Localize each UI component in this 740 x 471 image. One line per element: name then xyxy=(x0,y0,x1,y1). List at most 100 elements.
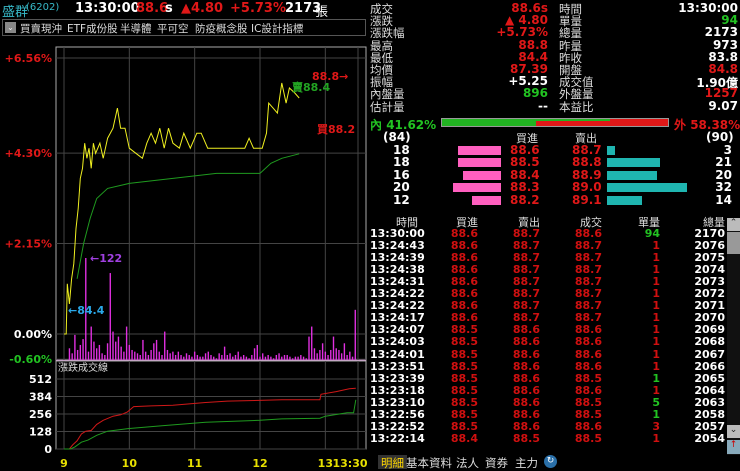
bid-qty: 12 xyxy=(393,192,410,207)
tick-ask: 88.5 xyxy=(512,431,540,445)
tick-bid: 88.5 xyxy=(450,323,478,337)
volume-y-tick: 512 xyxy=(29,373,52,386)
quote-label: 估計量 xyxy=(370,99,405,114)
tick-total: 2074 xyxy=(694,263,725,277)
cum-inner-line xyxy=(64,399,357,450)
tick-price: 88.7 xyxy=(574,251,602,265)
volume-y-tick: 0 xyxy=(44,443,52,456)
tick-time: 13:23:10 xyxy=(370,395,425,409)
price-flag: s xyxy=(165,1,173,16)
volume-panel-label: 漲跌成交線 xyxy=(58,361,108,374)
tick-time: 13:24:22 xyxy=(370,287,425,301)
inner-bar-prev xyxy=(442,119,610,121)
tick-qty: 1 xyxy=(652,431,660,445)
tick-price: 88.7 xyxy=(574,299,602,313)
tick-qty: 1 xyxy=(652,251,660,265)
scroll-down-icon[interactable]: ⌄ xyxy=(727,425,740,438)
tick-price: 88.7 xyxy=(574,263,602,277)
tick-time: 13:24:31 xyxy=(370,275,425,289)
tick-qty: 94 xyxy=(644,227,660,240)
group-item[interactable]: ETF成份股 xyxy=(67,21,118,36)
tick-total: 2073 xyxy=(694,275,725,289)
refresh-icon[interactable]: ↻ xyxy=(544,455,557,468)
tick-ask: 88.7 xyxy=(512,311,540,325)
tick-time: 13:24:01 xyxy=(370,347,425,361)
tick-price: 88.6 xyxy=(574,419,602,433)
bid-price[interactable]: 88.2 xyxy=(510,193,540,207)
group-item[interactable]: 平可空 xyxy=(157,21,189,36)
stock-header: 盛群 (6202) 13:30:00 88.6 s ▲4.80 +5.73% 2… xyxy=(0,0,368,20)
tab-basic-info[interactable]: 基本資料 xyxy=(406,455,452,470)
tick-qty: 1 xyxy=(652,263,660,277)
tick-qty: 1 xyxy=(652,287,660,301)
scroll-thumb[interactable] xyxy=(727,232,740,254)
price-change-pct: +5.73% xyxy=(230,1,286,16)
pin-icon[interactable]: ↑ xyxy=(727,440,740,454)
tick-total: 2066 xyxy=(694,359,725,373)
scroll-up-icon[interactable]: ⌃ xyxy=(727,218,740,231)
annotation-sell: 賣88.4 xyxy=(291,80,330,94)
ask-qty-bar xyxy=(607,170,657,180)
tick-bid: 88.5 xyxy=(450,371,478,385)
bid-qty-bar xyxy=(457,146,501,155)
tick-bid: 88.5 xyxy=(450,395,478,409)
tick-time: 13:23:18 xyxy=(370,383,425,397)
tick-time: 13:22:14 xyxy=(370,431,425,445)
tick-ask: 88.6 xyxy=(512,395,540,409)
tick-price: 88.7 xyxy=(574,239,602,253)
tab-institutional[interactable]: 法人 xyxy=(456,455,479,470)
price-change: ▲4.80 xyxy=(181,1,224,16)
ask-price[interactable]: 89.1 xyxy=(572,193,602,207)
y-tick-label: +4.30% xyxy=(5,147,52,160)
price-line xyxy=(64,82,300,335)
tick-price: 88.5 xyxy=(574,407,602,421)
bid-total: (84) xyxy=(383,130,411,144)
tick-time: 13:22:52 xyxy=(370,419,425,433)
tick-time: 13:24:07 xyxy=(370,323,425,337)
tick-qty: 1 xyxy=(652,299,660,313)
tab-margin[interactable]: 資券 xyxy=(485,455,508,470)
tick-scrollbar[interactable]: ⌃ ⌄ ↑ xyxy=(727,218,740,455)
tick-qty: 1 xyxy=(652,347,660,361)
tick-qty: 1 xyxy=(652,371,660,385)
stock-code: (6202) xyxy=(26,2,60,13)
x-tick-label: 10 xyxy=(122,457,138,469)
outer-label: 外 xyxy=(674,118,687,132)
tick-time: 13:24:22 xyxy=(370,299,425,313)
tick-time: 13:24:39 xyxy=(370,251,425,265)
tick-qty: 1 xyxy=(652,383,660,397)
tick-total: 2071 xyxy=(694,299,725,313)
tick-ask: 88.7 xyxy=(512,263,540,277)
tick-total: 2067 xyxy=(694,347,725,361)
tick-ask: 88.7 xyxy=(512,227,540,240)
group-item[interactable]: 防疫概念股 xyxy=(195,21,248,36)
tick-total: 2072 xyxy=(694,287,725,301)
ask-total: (90) xyxy=(706,130,734,144)
tick-price: 88.7 xyxy=(574,311,602,325)
tick-bid: 88.6 xyxy=(450,311,478,325)
inner-label: 內 xyxy=(370,118,383,132)
x-tick-label: 13 xyxy=(318,457,333,469)
tab-main-force[interactable]: 主力 xyxy=(515,455,538,470)
stock-name[interactable]: 盛群 xyxy=(2,1,28,20)
tab-detail[interactable]: 明細 xyxy=(378,455,407,470)
x-tick-label: 11 xyxy=(187,457,202,469)
tick-bid: 88.6 xyxy=(450,227,478,240)
tick-bid: 88.5 xyxy=(450,419,478,433)
dropdown-icon[interactable]: ⌄ xyxy=(5,22,16,33)
volume-y-tick: 256 xyxy=(29,408,52,421)
intraday-chart[interactable]: 9 10 11 12 13 13:30 +6.56% +4.30% +2.15% 0.00% -0.… xyxy=(0,38,368,469)
tick-price: 88.5 xyxy=(574,371,602,385)
group-item[interactable]: IC設計指標 xyxy=(251,21,303,36)
volume-panel-frame xyxy=(55,360,367,450)
tick-price: 88.5 xyxy=(574,395,602,409)
tick-time: 13:24:03 xyxy=(370,335,425,349)
y-tick-label: +2.15% xyxy=(5,238,52,251)
tick-qty: 5 xyxy=(652,395,660,409)
group-item[interactable]: 半導體 xyxy=(120,21,152,36)
tick-time: 13:24:17 xyxy=(370,311,425,325)
annotation-low: ←84.4 xyxy=(68,304,105,317)
tick-bid: 88.6 xyxy=(450,251,478,265)
x-tick-label: 12 xyxy=(252,457,267,469)
group-item[interactable]: 買賣現沖 xyxy=(20,21,62,36)
